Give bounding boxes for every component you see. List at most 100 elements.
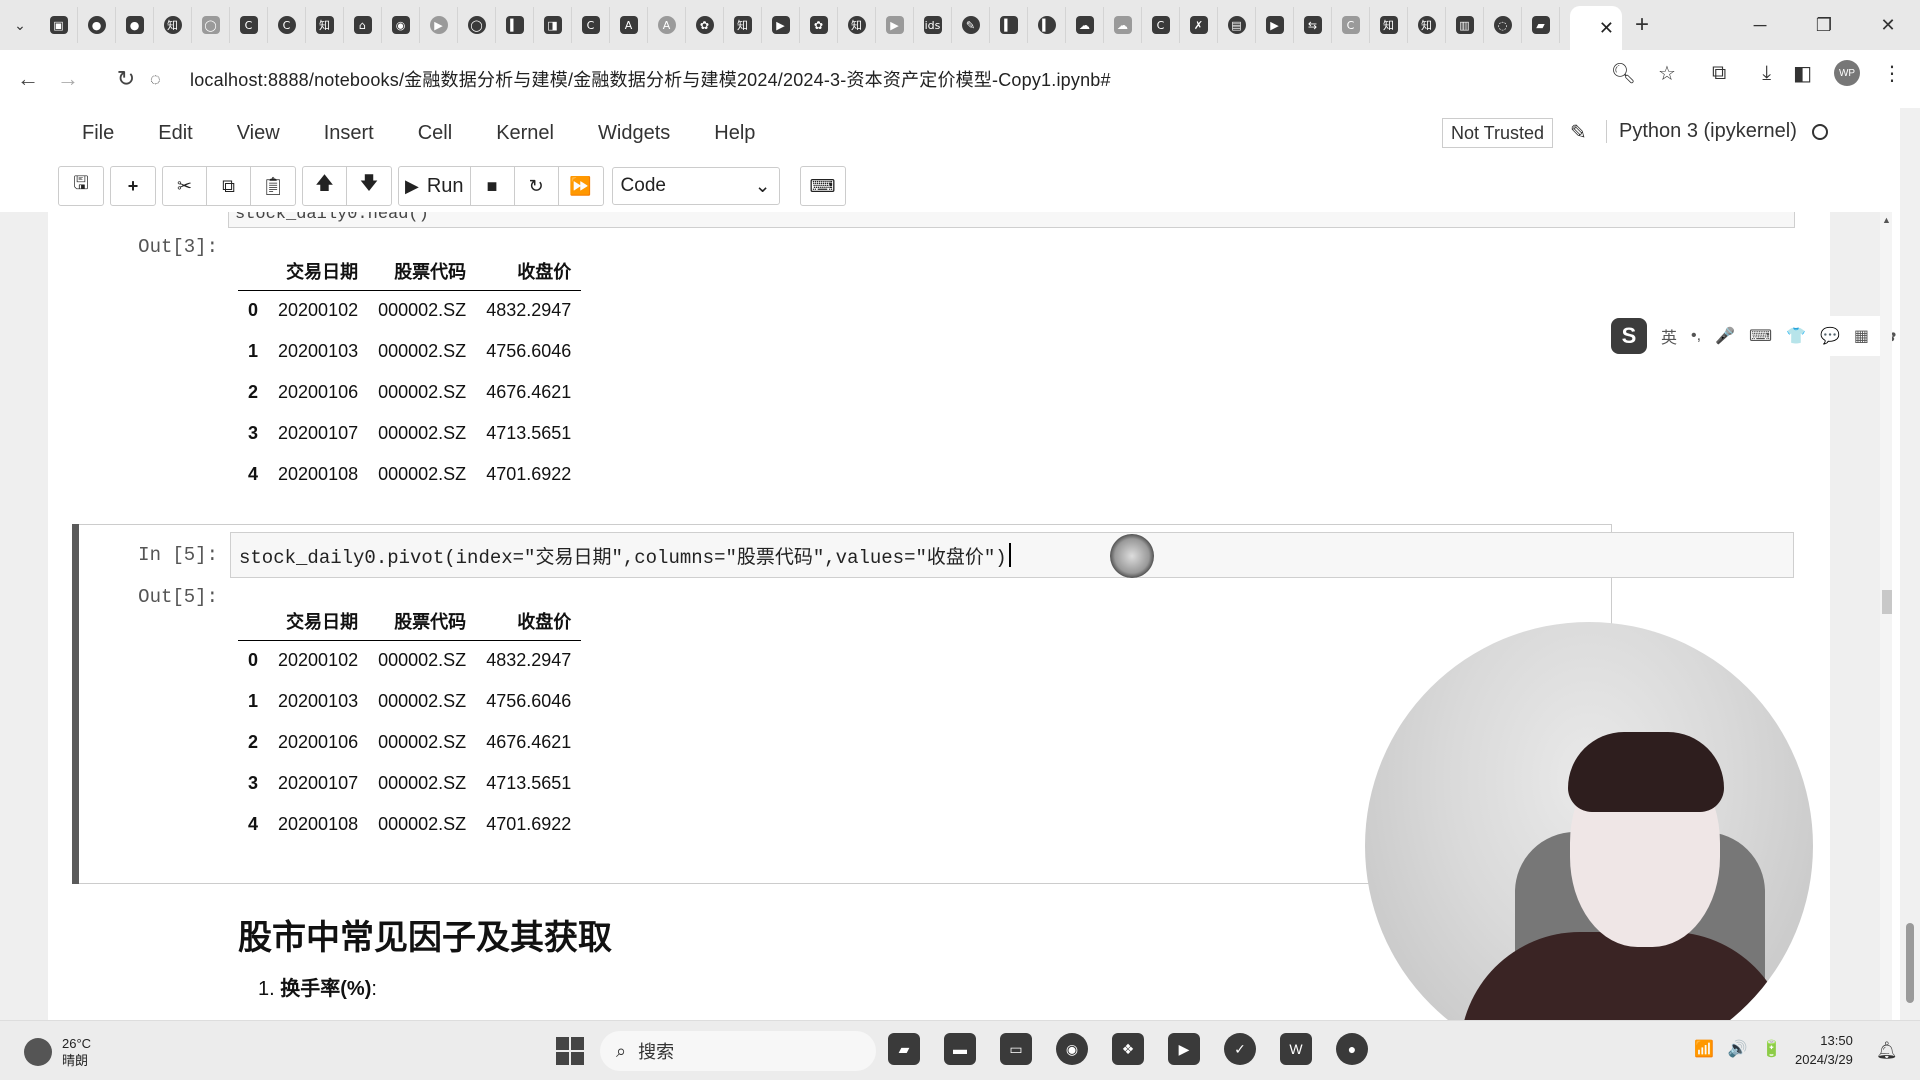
notebook-scroll-thumb[interactable] — [1882, 590, 1892, 614]
tab-favicon[interactable]: 知 — [154, 7, 192, 43]
tab-favicon[interactable]: ☁ — [1066, 7, 1104, 43]
tab-favicon[interactable]: ✎ — [952, 7, 990, 43]
menu-item-widgets[interactable]: Widgets — [576, 122, 692, 145]
menu-item-edit[interactable]: Edit — [136, 122, 214, 145]
ime-language-toggle[interactable]: 英 — [1661, 324, 1677, 348]
tab-favicon[interactable]: ⌂ — [344, 7, 382, 43]
tab-favicon[interactable]: ▍ — [496, 7, 534, 43]
zoom-icon[interactable]: 🔍︎ — [1611, 61, 1636, 86]
tab-favicon[interactable]: C — [1142, 7, 1180, 43]
weather-widget[interactable]: 26°C 晴朗 — [24, 1035, 91, 1069]
tab-favicon[interactable]: ⇆ — [1294, 7, 1332, 43]
taskbar-app-icon[interactable]: ▶ — [1168, 1033, 1200, 1065]
copy-icon[interactable]: ⧉ — [207, 167, 251, 205]
taskbar-app-icon[interactable]: ◉ — [1056, 1033, 1088, 1065]
tab-favicon[interactable]: C — [230, 7, 268, 43]
cut-icon[interactable]: ✂ — [163, 167, 207, 205]
sogou-ime-logo-icon[interactable]: S — [1611, 318, 1647, 354]
tab-favicon[interactable]: ▰ — [1522, 7, 1560, 43]
taskbar-search[interactable]: ⌕ 搜索 — [600, 1031, 876, 1071]
tab-favicon[interactable]: 知 — [306, 7, 344, 43]
ime-voice-icon[interactable]: 🎤 — [1715, 326, 1735, 346]
insert-cell-plus-icon[interactable]: + — [111, 167, 155, 205]
tab-favicon[interactable]: ☁ — [1104, 7, 1142, 43]
back-icon[interactable]: ← — [8, 59, 48, 99]
code-input-cell5[interactable]: stock_daily0.pivot(index="交易日期",columns=… — [230, 532, 1794, 578]
move-up-icon[interactable]: 🡅 — [303, 167, 347, 205]
profile-avatar[interactable]: WP — [1834, 60, 1860, 86]
save-icon[interactable]: 🖫 — [59, 167, 103, 205]
tab-favicon[interactable]: C — [1332, 7, 1370, 43]
taskbar-app-icon[interactable]: W — [1280, 1033, 1312, 1065]
ime-tools-icon[interactable]: ▦ — [1854, 326, 1869, 346]
active-tab[interactable]: ✕ — [1570, 6, 1622, 50]
side-panel-icon[interactable]: ◧ — [1793, 61, 1812, 86]
paste-icon[interactable]: 📋︎ — [251, 167, 295, 205]
url-text[interactable]: localhost:8888/notebooks/金融数据分析与建模/金融数据分… — [190, 66, 1111, 92]
tab-favicon[interactable]: ▶ — [876, 7, 914, 43]
menu-item-cell[interactable]: Cell — [396, 122, 474, 145]
tab-favicon[interactable]: ● — [116, 7, 154, 43]
close-window-button[interactable]: ✕ — [1856, 0, 1920, 50]
page-scroll-thumb[interactable] — [1906, 923, 1914, 1003]
menu-item-view[interactable]: View — [215, 122, 302, 145]
wifi-icon[interactable]: 📶 — [1694, 1039, 1714, 1059]
scroll-up-arrow-icon[interactable]: ▲ — [1882, 215, 1891, 225]
kernel-name[interactable]: Python 3 (ipykernel) — [1606, 120, 1797, 143]
tab-favicon[interactable]: ▍ — [1028, 7, 1066, 43]
tab-favicon[interactable]: 知 — [1408, 7, 1446, 43]
omnibox[interactable]: ◌ localhost:8888/notebooks/金融数据分析与建模/金融数… — [150, 60, 1630, 98]
tab-favicon[interactable]: ◌ — [1484, 7, 1522, 43]
site-info-icon[interactable]: ◌ — [150, 69, 176, 90]
tab-favicon[interactable]: ◨ — [534, 7, 572, 43]
forward-icon[interactable]: → — [48, 59, 88, 99]
battery-icon[interactable]: 🔋 — [1762, 1039, 1782, 1059]
windows-start-icon[interactable] — [556, 1037, 584, 1065]
tab-favicon[interactable]: ✿ — [800, 7, 838, 43]
tab-favicon[interactable]: ▶ — [1256, 7, 1294, 43]
tab-favicon[interactable]: ✗ — [1180, 7, 1218, 43]
maximize-button[interactable]: ❐ — [1792, 0, 1856, 50]
tab-favicon[interactable]: ▶ — [762, 7, 800, 43]
tab-favicon[interactable]: 知 — [724, 7, 762, 43]
tab-favicon[interactable]: ✿ — [686, 7, 724, 43]
ime-skin-icon[interactable]: 👕 — [1786, 326, 1806, 346]
page-scrollbar[interactable] — [1900, 108, 1920, 1020]
menu-item-insert[interactable]: Insert — [302, 122, 396, 145]
tab-favicon[interactable]: A — [648, 7, 686, 43]
tab-favicon[interactable]: ● — [78, 7, 116, 43]
reload-icon[interactable]: ↻ — [106, 59, 146, 99]
keyboard-shortcuts-icon[interactable]: ⌨ — [801, 167, 845, 205]
new-tab-button[interactable]: + — [1622, 5, 1662, 45]
ime-punctuation-icon[interactable]: •, — [1691, 327, 1701, 345]
tab-favicon[interactable]: ◯ — [458, 7, 496, 43]
tab-favicon[interactable]: ▣ — [40, 7, 78, 43]
download-icon[interactable]: ⤓ — [1762, 62, 1771, 85]
tab-favicon[interactable]: A — [610, 7, 648, 43]
tab-favicon[interactable]: C — [268, 7, 306, 43]
tab-favicon[interactable]: ▤ — [1218, 7, 1256, 43]
restart-icon[interactable]: ↻ — [515, 167, 559, 205]
notification-bell-icon[interactable]: 🔔︎ — [1876, 1041, 1898, 1061]
ime-chat-icon[interactable]: 💬 — [1820, 326, 1840, 346]
tab-favicon[interactable]: 知 — [1370, 7, 1408, 43]
notebook-scrollbar[interactable] — [1880, 212, 1892, 1020]
taskbar-app-icon[interactable]: ▰ — [888, 1033, 920, 1065]
taskbar-app-icon[interactable]: ❖ — [1112, 1033, 1144, 1065]
tab-favicon[interactable]: ◉ — [382, 7, 420, 43]
tab-favicon[interactable]: ◯ — [192, 7, 230, 43]
previous-cell-input[interactable]: stock_daily0.head() — [228, 212, 1795, 228]
not-trusted-badge[interactable]: Not Trusted — [1442, 118, 1554, 148]
run-button[interactable]: ▶ Run — [399, 167, 471, 205]
bookmark-star-icon[interactable]: ☆ — [1658, 61, 1676, 86]
pencil-icon[interactable]: ✎ — [1570, 120, 1587, 145]
tab-favicon[interactable]: C — [572, 7, 610, 43]
taskbar-app-icon[interactable]: ✓ — [1224, 1033, 1256, 1065]
taskbar-clock[interactable]: 13:50 2024/3/29 — [1795, 1031, 1853, 1069]
tab-favicon[interactable]: ▶ — [420, 7, 458, 43]
taskbar-app-icon[interactable]: ▬ — [944, 1033, 976, 1065]
tab-list-chevron-icon[interactable]: ⌄ — [0, 5, 40, 45]
tab-favicon[interactable]: ▍ — [990, 7, 1028, 43]
close-tab-icon[interactable]: ✕ — [1599, 18, 1614, 39]
browser-menu-icon[interactable]: ⋮ — [1882, 61, 1902, 86]
